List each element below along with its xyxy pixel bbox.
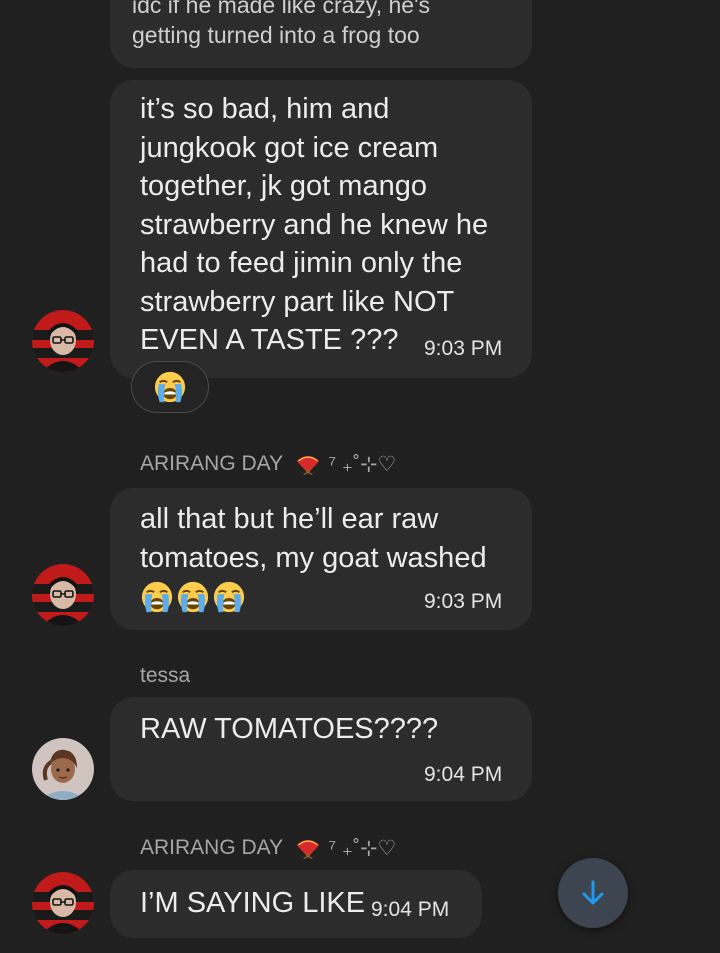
sender-name-label: ARIRANG DAY <box>140 836 283 860</box>
message-timestamp: 9:04 PM <box>371 898 450 921</box>
avatar-image <box>32 564 94 626</box>
message-text: it’s so bad, him and jungkook got ice cr… <box>140 93 489 356</box>
message-text: all that but he’ll ear raw tomatoes, my … <box>140 503 487 574</box>
emoji-row <box>140 580 246 614</box>
arrow-down-icon <box>582 880 604 905</box>
sender-name-decoration: ⁷ ₊˚⊹♡ <box>328 837 397 860</box>
sender-name-label: tessa <box>140 664 191 687</box>
loudly-crying-face-icon <box>140 580 174 614</box>
message-text: RAW TOMATOES???? <box>140 713 439 745</box>
chat-screen: idc if he made like crazy, he's getting … <box>0 0 720 953</box>
sender-name: ARIRANG DAY ⁷ ₊˚⊹♡ <box>140 836 396 861</box>
avatar-image <box>32 872 94 934</box>
sender-name: ARIRANG DAY ⁷ ₊˚⊹♡ <box>140 452 396 477</box>
message-text: I’M SAYING LIKE <box>140 887 366 919</box>
avatar[interactable] <box>32 872 94 934</box>
loudly-crying-face-icon <box>212 580 246 614</box>
avatar-image <box>32 310 94 372</box>
folding-fan-icon <box>295 838 321 859</box>
folding-fan-icon <box>295 454 321 475</box>
sender-name-label: ARIRANG DAY <box>140 452 283 476</box>
reaction-chip[interactable] <box>131 361 209 413</box>
avatar[interactable] <box>32 310 94 372</box>
loudly-crying-face-icon <box>153 370 187 404</box>
sender-name-decoration: ⁷ ₊˚⊹♡ <box>328 453 397 476</box>
avatar[interactable] <box>32 738 94 800</box>
sender-name: tessa <box>140 664 190 688</box>
avatar-image <box>32 738 94 800</box>
message-timestamp: 9:03 PM <box>424 337 503 360</box>
avatar[interactable] <box>32 564 94 626</box>
message-text: idc if he made like crazy, he's getting … <box>132 0 430 48</box>
message-timestamp: 9:03 PM <box>424 590 503 613</box>
message-timestamp: 9:04 PM <box>424 763 503 786</box>
loudly-crying-face-icon <box>176 580 210 614</box>
scroll-to-bottom-button[interactable] <box>558 858 628 928</box>
